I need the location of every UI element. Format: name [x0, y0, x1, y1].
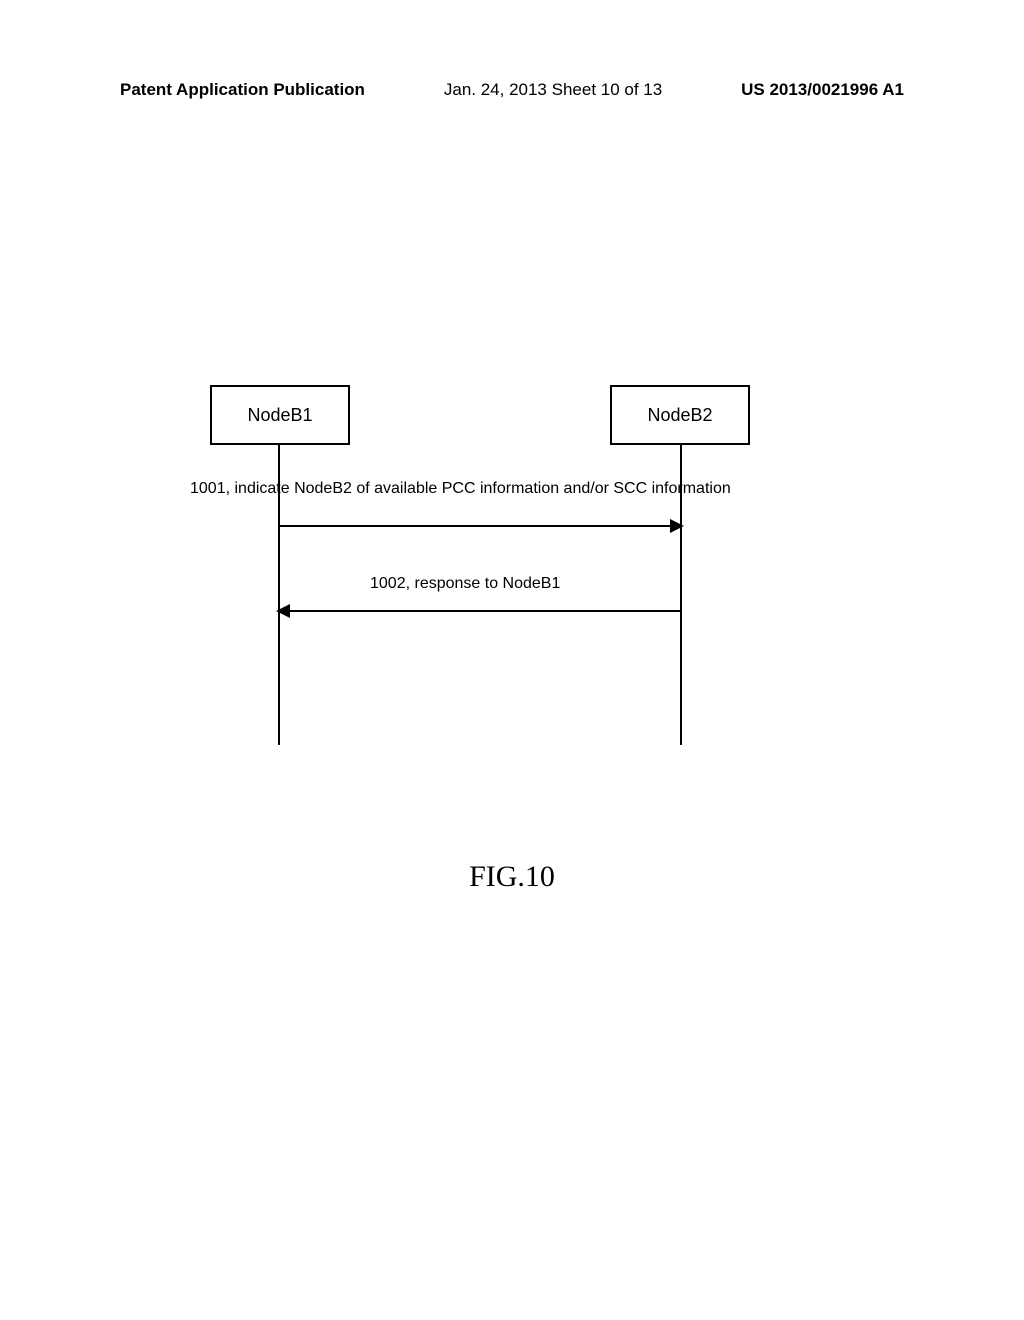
node-b2-label: NodeB2	[647, 405, 712, 426]
publication-number: US 2013/0021996 A1	[741, 80, 904, 100]
arrow-1002-head	[276, 604, 290, 618]
message-1001-label: 1001, indicate NodeB2 of available PCC i…	[190, 480, 731, 498]
arrow-1001-head	[670, 519, 684, 533]
node-b1-box: NodeB1	[210, 385, 350, 445]
page-header: Patent Application Publication Jan. 24, …	[0, 80, 1024, 100]
publication-type: Patent Application Publication	[120, 80, 365, 100]
sequence-diagram: NodeB1 NodeB2 1001, indicate NodeB2 of a…	[170, 385, 810, 765]
message-1002-label: 1002, response to NodeB1	[370, 575, 560, 593]
node-b1-label: NodeB1	[247, 405, 312, 426]
date-sheet-info: Jan. 24, 2013 Sheet 10 of 13	[444, 80, 662, 100]
arrow-1001-line	[280, 525, 680, 527]
node-b2-box: NodeB2	[610, 385, 750, 445]
figure-caption: FIG.10	[0, 860, 1024, 894]
arrow-1002-line	[280, 610, 680, 612]
